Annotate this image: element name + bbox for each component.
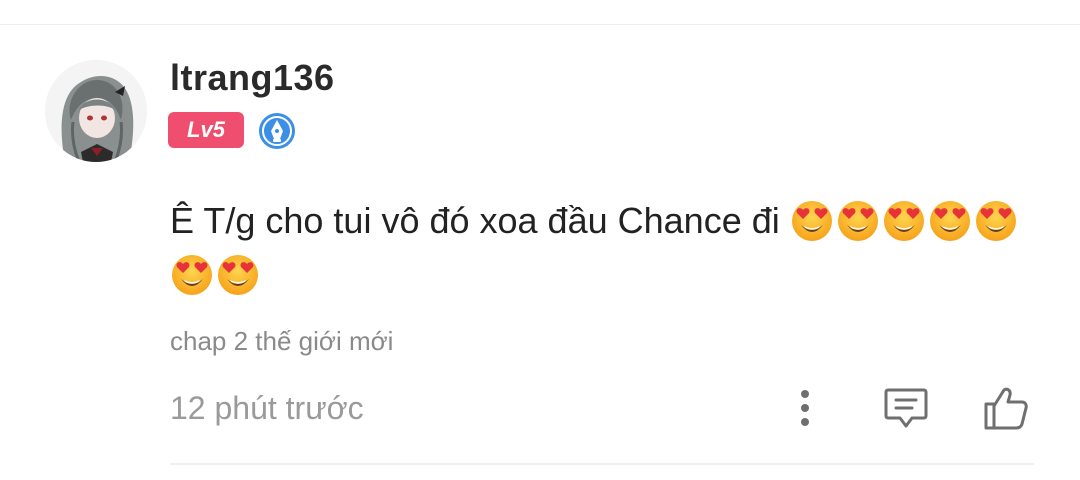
more-button[interactable] [781, 384, 829, 432]
like-button[interactable] [982, 384, 1030, 432]
timestamp: 12 phút trước [170, 390, 364, 426]
level-badge: Lv5 [168, 112, 244, 148]
reply-button[interactable] [882, 384, 930, 432]
bottom-divider [170, 463, 1034, 465]
heart-eyes-emoji [172, 255, 212, 295]
heart-eyes-emoji [791, 201, 832, 241]
comment-body: Ê T/g cho tui vô đó xoa đầu Chance đi [170, 200, 780, 241]
heart-eyes-emoji [883, 201, 924, 241]
heart-eyes-emoji [975, 201, 1016, 241]
chapter-label[interactable]: chap 2 thế giới mới [170, 326, 393, 357]
heart-eyes-emoji [218, 255, 258, 295]
comment-item: ltrang136 Lv5 Ê T/g cho tui vô đó xoa đầ… [0, 0, 1080, 480]
comment-text: Ê T/g cho tui vô đó xoa đầu Chance đi [170, 194, 1050, 302]
username[interactable]: ltrang136 [170, 57, 335, 99]
pen-nib-badge-icon [258, 112, 296, 150]
heart-eyes-emoji [929, 201, 970, 241]
thumbs-up-icon [984, 387, 1028, 430]
avatar-image [45, 60, 147, 162]
heart-eyes-emoji [837, 201, 878, 241]
more-vertical-icon [801, 390, 809, 426]
avatar[interactable] [45, 60, 147, 162]
comment-reply-icon [884, 388, 928, 428]
